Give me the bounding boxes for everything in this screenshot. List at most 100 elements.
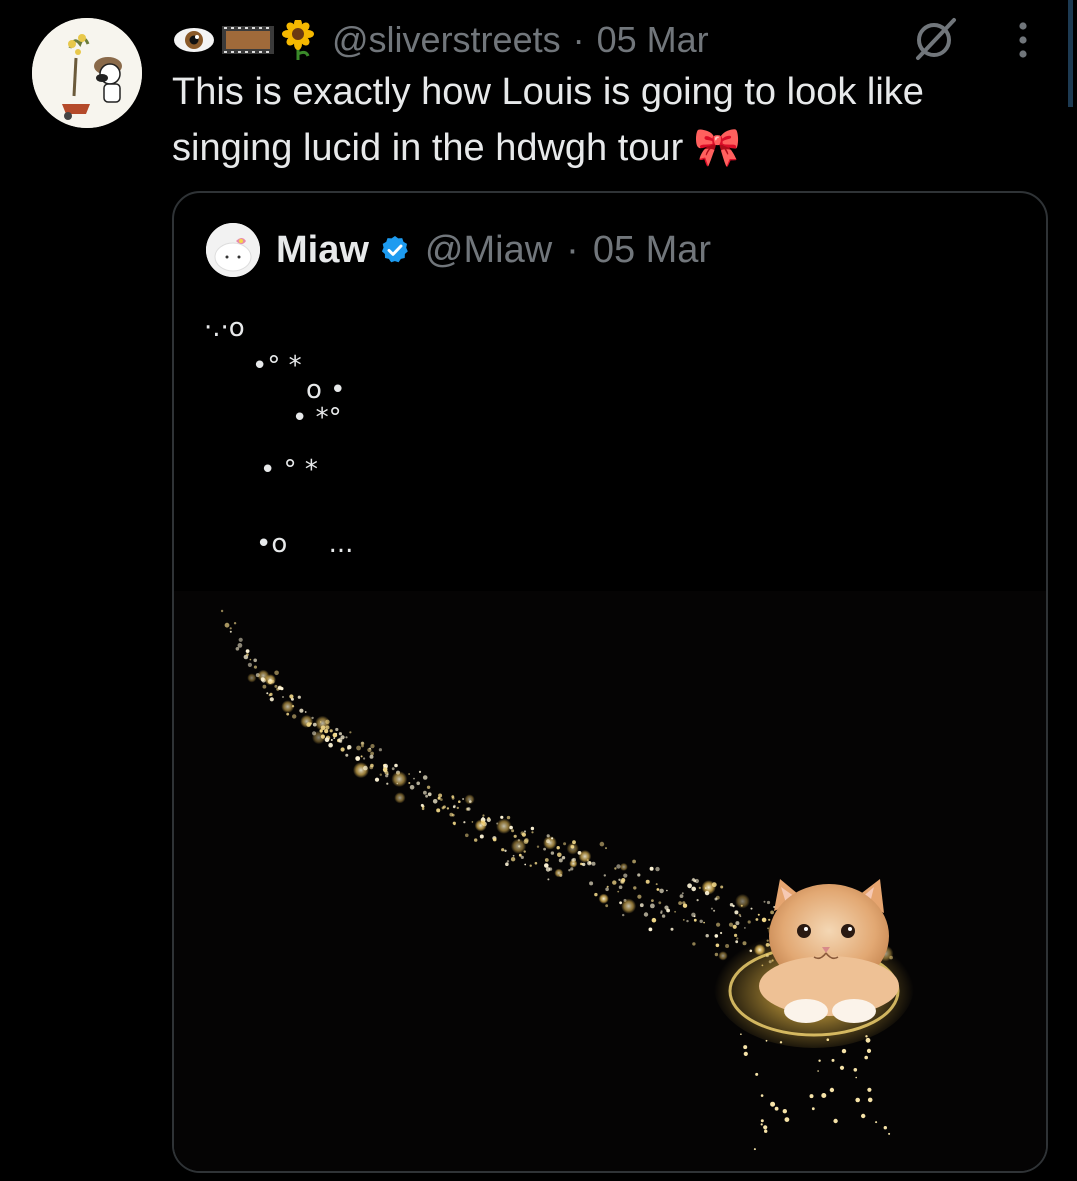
quote-author-handle[interactable]: @Miaw — [425, 229, 552, 272]
sparkle-dot — [714, 934, 719, 938]
sparkle-dot — [543, 835, 557, 850]
sparkle-dot — [612, 880, 617, 885]
sparkle-dot — [237, 643, 243, 648]
sparkle-dot — [340, 747, 345, 752]
sparkle-dot — [462, 798, 465, 800]
sparkle-dot — [529, 864, 532, 867]
more-options-icon[interactable] — [1008, 14, 1038, 66]
sparkle-dot — [621, 898, 637, 914]
sparkle-dot — [614, 867, 617, 870]
sparkle-dot — [264, 674, 276, 686]
sparkle-dot — [713, 909, 716, 912]
quote-avatar[interactable] — [206, 223, 260, 277]
sparkle-dot — [469, 800, 472, 803]
sparkle-dot — [416, 781, 420, 786]
sparkle-dot — [735, 921, 740, 926]
sparkle-dot — [606, 885, 609, 888]
sparkle-dot — [738, 913, 741, 916]
sparkle-dot — [589, 881, 594, 886]
sparkle-dot — [648, 927, 653, 932]
sparkle-dot — [659, 888, 664, 894]
sparkle-dot — [386, 782, 389, 785]
sparkle-dot — [220, 609, 224, 613]
sparkle-dot — [639, 903, 644, 908]
sparkle-dot — [545, 867, 551, 872]
sparkle-dot — [360, 755, 363, 758]
sparkle-dot — [440, 798, 443, 801]
sparkle-dot — [453, 823, 456, 826]
sparkle-dot — [229, 630, 232, 633]
sparkle-dot — [866, 1048, 872, 1053]
sparkle-dot — [755, 918, 759, 921]
sparkle-dot — [698, 886, 701, 889]
grok-icon[interactable] — [910, 12, 962, 64]
sparkle-dot — [720, 931, 723, 935]
tweet-date[interactable]: 05 Mar — [597, 19, 709, 61]
sparkle-dot — [587, 861, 592, 866]
sparkle-dot — [466, 807, 471, 811]
sparkle-dot — [645, 879, 650, 884]
sparkle-dot — [432, 799, 438, 804]
sparkle-dot — [682, 919, 685, 921]
sparkle-dot — [839, 1065, 845, 1070]
sparkle-dot — [734, 910, 739, 915]
sparkle-dot — [300, 714, 314, 728]
sparkle-dot — [861, 1113, 866, 1119]
sparkle-dot — [681, 892, 684, 895]
sparkle-dot — [312, 731, 317, 736]
quoted-tweet-card[interactable]: Miaw @Miaw · 05 Mar ·.·o •° * o • • *° •… — [172, 191, 1048, 1173]
author-handle[interactable]: @sliverstreets — [332, 19, 561, 61]
sparkle-dot — [716, 922, 721, 927]
sparkle-dot — [297, 695, 301, 699]
quote-media-image[interactable] — [174, 591, 1046, 1171]
sparkle-dot — [705, 887, 707, 889]
sparkle-dot — [829, 1087, 835, 1093]
sparkle-dot — [536, 845, 540, 848]
sparkle-dot — [269, 697, 274, 702]
sparkle-dot — [500, 815, 504, 819]
sparkle-dot — [436, 808, 441, 813]
sparkle-dot — [603, 874, 606, 877]
quote-author-name[interactable]: Miaw — [276, 229, 369, 272]
sparkle-dot — [506, 815, 511, 820]
sparkle-dot — [333, 737, 336, 739]
sparkle-dot — [656, 888, 660, 891]
sparkle-dot — [753, 1148, 756, 1151]
sparkle-dot — [325, 719, 330, 724]
sparkle-dot — [729, 903, 734, 907]
sparkle-dot — [413, 777, 415, 780]
sparkle-dot — [238, 637, 243, 642]
sparkle-dot — [833, 1118, 838, 1124]
sparkle-dot — [623, 873, 628, 878]
sparkle-dot — [453, 804, 456, 808]
film-strip-emoji-icon — [222, 26, 274, 54]
sparkle-dot — [572, 840, 576, 845]
sparkle-dot — [594, 892, 598, 897]
sparkle-dot — [224, 622, 230, 628]
sparkle-dot — [506, 860, 510, 863]
sparkle-dot — [338, 732, 342, 736]
hello-kitty-avatar-icon — [206, 223, 260, 277]
sparkle-dot — [320, 725, 326, 731]
quote-date[interactable]: 05 Mar — [593, 229, 711, 272]
sparkle-dot — [274, 684, 278, 688]
quote-text-line: •o ... — [256, 529, 354, 559]
sparkle-dot — [309, 722, 312, 725]
sparkle-dot — [531, 831, 534, 834]
sparkle-dot — [650, 903, 655, 909]
header-separator: · — [572, 19, 585, 60]
sparkle-dot — [474, 819, 487, 832]
sparkle-dot — [693, 879, 697, 883]
sparkle-dot — [763, 900, 766, 903]
sparkle-dot — [382, 767, 388, 772]
sparkle-dot — [674, 910, 676, 913]
sparkle-dot — [438, 793, 443, 798]
sparkle-dot — [418, 770, 422, 773]
sparkle-dot — [268, 693, 271, 697]
scroll-indicator[interactable] — [1068, 0, 1073, 107]
sparkle-dot — [233, 622, 237, 625]
user-avatar[interactable] — [32, 18, 142, 128]
sparkle-dot — [760, 1119, 764, 1123]
sparkle-dot — [782, 1109, 787, 1114]
sparkle-dot — [546, 839, 550, 844]
